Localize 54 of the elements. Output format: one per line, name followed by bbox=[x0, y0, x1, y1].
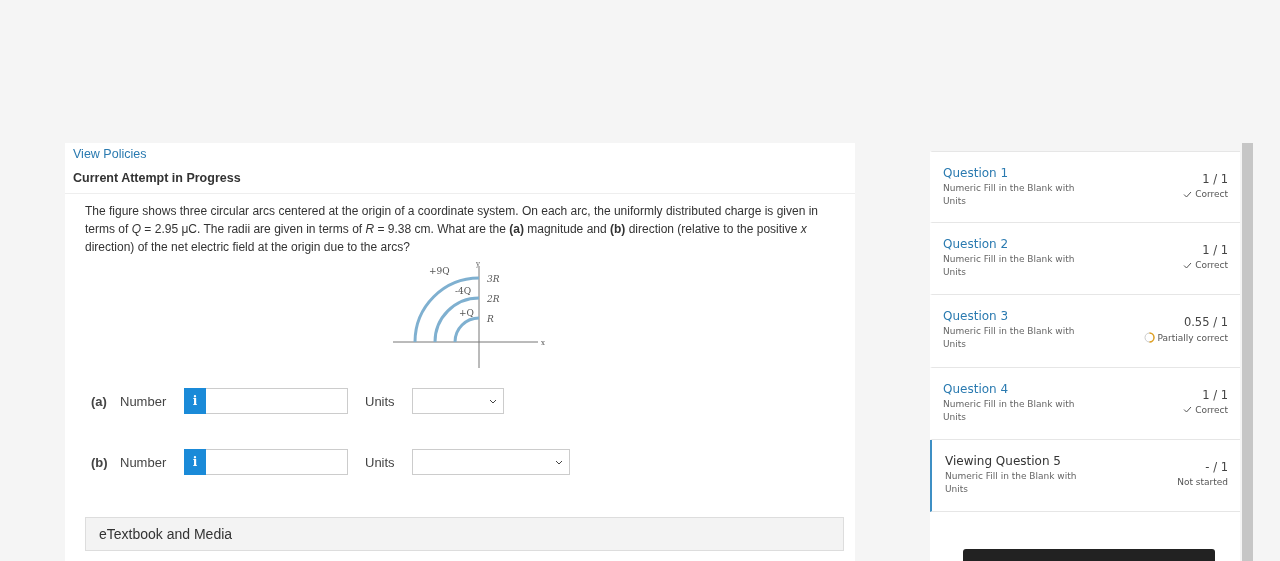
question-text: The figure shows three circular arcs centered at the origin of a coordinate system. On each arc, the uniformly distributed charge is given in terms of Q = 2.95 μC. The radii are given in terms of R = 9.38 cm. What are the (a) magnitude and (b) direction (relative to the positive x direction) of the net electric field at the origin due to the arcs? bbox=[85, 203, 820, 256]
number-label: Number bbox=[120, 393, 168, 409]
chevron-down-icon bbox=[555, 459, 563, 465]
question-status: Correct bbox=[1195, 260, 1228, 271]
info-button[interactable]: i bbox=[184, 449, 206, 475]
question-title: Question 2 bbox=[943, 237, 1010, 252]
question-type: Numeric Fill in the Blank with Units bbox=[943, 253, 1076, 280]
check-icon bbox=[1183, 190, 1193, 198]
info-button[interactable]: i bbox=[184, 388, 206, 414]
radius-label: R bbox=[487, 314, 494, 324]
question-item[interactable]: Viewing Question 5 Numeric Fill in the Blank with Units - / 1 Not started bbox=[930, 439, 1240, 513]
part-label: (b) bbox=[91, 454, 109, 470]
question-score: 1 / 1 bbox=[1202, 243, 1228, 258]
question-type: Numeric Fill in the Blank with Units bbox=[945, 469, 1078, 496]
units-label: Units bbox=[365, 393, 396, 409]
question-score: 0.55 / 1 bbox=[1183, 315, 1228, 330]
question-score: 1 / 1 bbox=[1202, 172, 1228, 186]
scrollbar[interactable] bbox=[1242, 143, 1253, 561]
question-score: - / 1 bbox=[1205, 459, 1228, 474]
units-label: Units bbox=[365, 454, 396, 470]
number-label: Number bbox=[120, 454, 168, 470]
chevron-down-icon bbox=[489, 398, 497, 404]
charge-label: -4Q bbox=[455, 286, 472, 296]
question-type: Numeric Fill in the Blank with Units bbox=[943, 325, 1076, 352]
question-item[interactable]: Question 3 Numeric Fill in the Blank with Units 0.55 / 1 Partially correct bbox=[930, 295, 1240, 368]
question-type: Numeric Fill in the Blank with Units bbox=[943, 397, 1076, 424]
question-status: Not started bbox=[1177, 476, 1228, 487]
question-title: Question 3 bbox=[943, 309, 1010, 324]
half-circle-icon bbox=[1143, 332, 1155, 344]
check-icon bbox=[1183, 261, 1193, 269]
part-label: (a) bbox=[91, 393, 108, 409]
question-status: Correct bbox=[1195, 404, 1228, 415]
question-score: 1 / 1 bbox=[1202, 387, 1228, 402]
number-input[interactable] bbox=[206, 449, 348, 475]
etextbook-panel[interactable]: eTextbook and Media bbox=[85, 517, 844, 551]
view-policies-link[interactable]: View Policies bbox=[73, 147, 847, 161]
charge-label: +Q bbox=[459, 308, 474, 318]
question-title: Viewing Question 5 bbox=[945, 453, 1062, 468]
question-type: Numeric Fill in the Blank with Units bbox=[943, 182, 1076, 208]
question-item[interactable]: Question 1 Numeric Fill in the Blank with Units 1 / 1 Correct bbox=[930, 151, 1240, 224]
question-status: Correct bbox=[1195, 189, 1228, 199]
radius-label: 2R bbox=[487, 294, 500, 304]
number-input[interactable] bbox=[206, 388, 348, 414]
charge-label: +9Q bbox=[429, 266, 450, 276]
units-select[interactable] bbox=[412, 388, 504, 414]
question-title: Question 1 bbox=[943, 166, 1010, 180]
radius-label: 3R bbox=[487, 274, 500, 284]
question-status: Partially correct bbox=[1157, 333, 1228, 343]
attempt-title: Current Attempt in Progress bbox=[73, 171, 242, 185]
units-select[interactable] bbox=[412, 449, 570, 475]
question-title: Question 4 bbox=[943, 381, 1010, 396]
question-item[interactable]: Question 4 Numeric Fill in the Blank with Units 1 / 1 Correct bbox=[930, 367, 1240, 440]
check-icon bbox=[1183, 406, 1193, 414]
question-item[interactable]: Question 2 Numeric Fill in the Blank with Units 1 / 1 Correct bbox=[930, 223, 1240, 296]
